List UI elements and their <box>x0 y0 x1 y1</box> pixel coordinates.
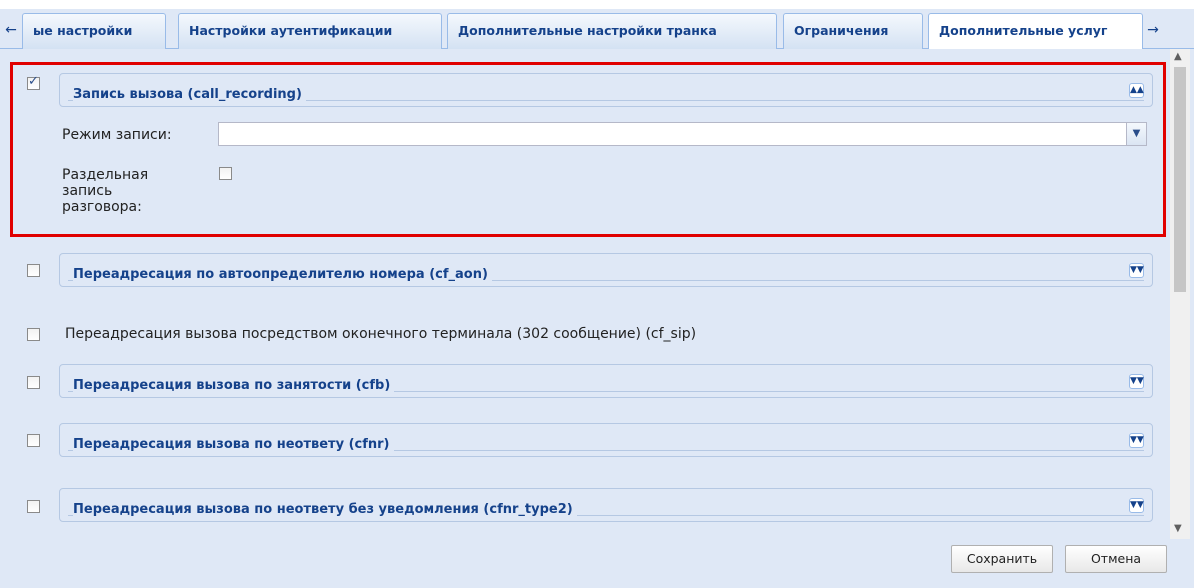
fieldset-header: Запись вызова (call_recording) <box>68 83 1144 102</box>
tab-bar: ← ые настройки Настройки аутентификации … <box>0 9 1194 50</box>
split-recording-checkbox[interactable] <box>219 167 232 180</box>
scroll-down-icon[interactable]: ▼ <box>1174 523 1182 534</box>
split-recording-label: Раздельная запись разговора: <box>62 167 149 215</box>
fieldset-header: Переадресация вызова по неответу (cfnr) <box>68 433 1144 452</box>
save-button[interactable]: Сохранить <box>951 545 1053 573</box>
record-mode-label: Режим записи: <box>62 127 172 143</box>
tab-auth-settings[interactable]: Настройки аутентификации <box>178 13 442 49</box>
cfb-fieldset: Переадресация вызова по занятости (cfb) … <box>59 364 1153 398</box>
cf-sip-label: Переадресация вызова посредством оконечн… <box>65 326 697 342</box>
collapse-icon[interactable]: ▲▲ <box>1129 83 1144 98</box>
scroll-up-icon[interactable]: ▲ <box>1174 51 1182 62</box>
cf-aon-fieldset: Переадресация по автоопределителю номера… <box>59 253 1153 287</box>
tab-scroll-right-icon[interactable]: → <box>1146 21 1160 39</box>
scroll-thumb[interactable] <box>1174 67 1186 292</box>
fieldset-header: Переадресация вызова по неответу без уве… <box>68 498 1144 517</box>
expand-icon[interactable]: ▼▼ <box>1129 263 1144 278</box>
cancel-button[interactable]: Отмена <box>1065 545 1167 573</box>
cfnr-type2-fieldset: Переадресация вызова по неответу без уве… <box>59 488 1153 522</box>
tab-additional-services[interactable]: Дополнительные услуг <box>928 13 1143 50</box>
tab-restrictions[interactable]: Ограничения <box>783 13 923 49</box>
vertical-scrollbar[interactable]: ▲ ▼ <box>1170 49 1190 539</box>
cf-sip-checkbox[interactable] <box>27 328 40 341</box>
call-recording-title: Запись вызова (call_recording) <box>73 87 306 102</box>
call-recording-checkbox[interactable] <box>27 74 40 90</box>
top-strip <box>0 0 1194 9</box>
services-panel: Запись вызова (call_recording) ▲▲ Режим … <box>0 49 1168 588</box>
cfnr-type2-checkbox[interactable] <box>27 500 40 513</box>
expand-icon[interactable]: ▼▼ <box>1129 433 1144 448</box>
cf-aon-title: Переадресация по автоопределителю номера… <box>73 267 492 282</box>
cf-aon-checkbox[interactable] <box>27 264 40 277</box>
expand-icon[interactable]: ▼▼ <box>1129 374 1144 389</box>
cfnr-type2-title: Переадресация вызова по неответу без уве… <box>73 502 577 517</box>
cfnr-title: Переадресация вызова по неответу (cfnr) <box>73 437 394 452</box>
chevron-down-icon[interactable]: ▼ <box>1126 123 1146 145</box>
expand-icon[interactable]: ▼▼ <box>1129 498 1144 513</box>
cfb-title: Переадресация вызова по занятости (cfb) <box>73 378 395 393</box>
tab-scroll-left-icon[interactable]: ← <box>4 21 18 39</box>
tab-general-settings[interactable]: ые настройки <box>22 13 166 49</box>
cfnr-fieldset: Переадресация вызова по неответу (cfnr) … <box>59 423 1153 457</box>
fieldset-header: Переадресация вызова по занятости (cfb) <box>68 374 1144 393</box>
call-recording-fieldset: Запись вызова (call_recording) ▲▲ <box>59 73 1153 107</box>
record-mode-combo[interactable]: ▼ <box>218 122 1147 146</box>
cfb-checkbox[interactable] <box>27 376 40 389</box>
tab-trunk-settings[interactable]: Дополнительные настройки транка <box>447 13 777 49</box>
cfnr-checkbox[interactable] <box>27 434 40 447</box>
fieldset-header: Переадресация по автоопределителю номера… <box>68 263 1144 282</box>
